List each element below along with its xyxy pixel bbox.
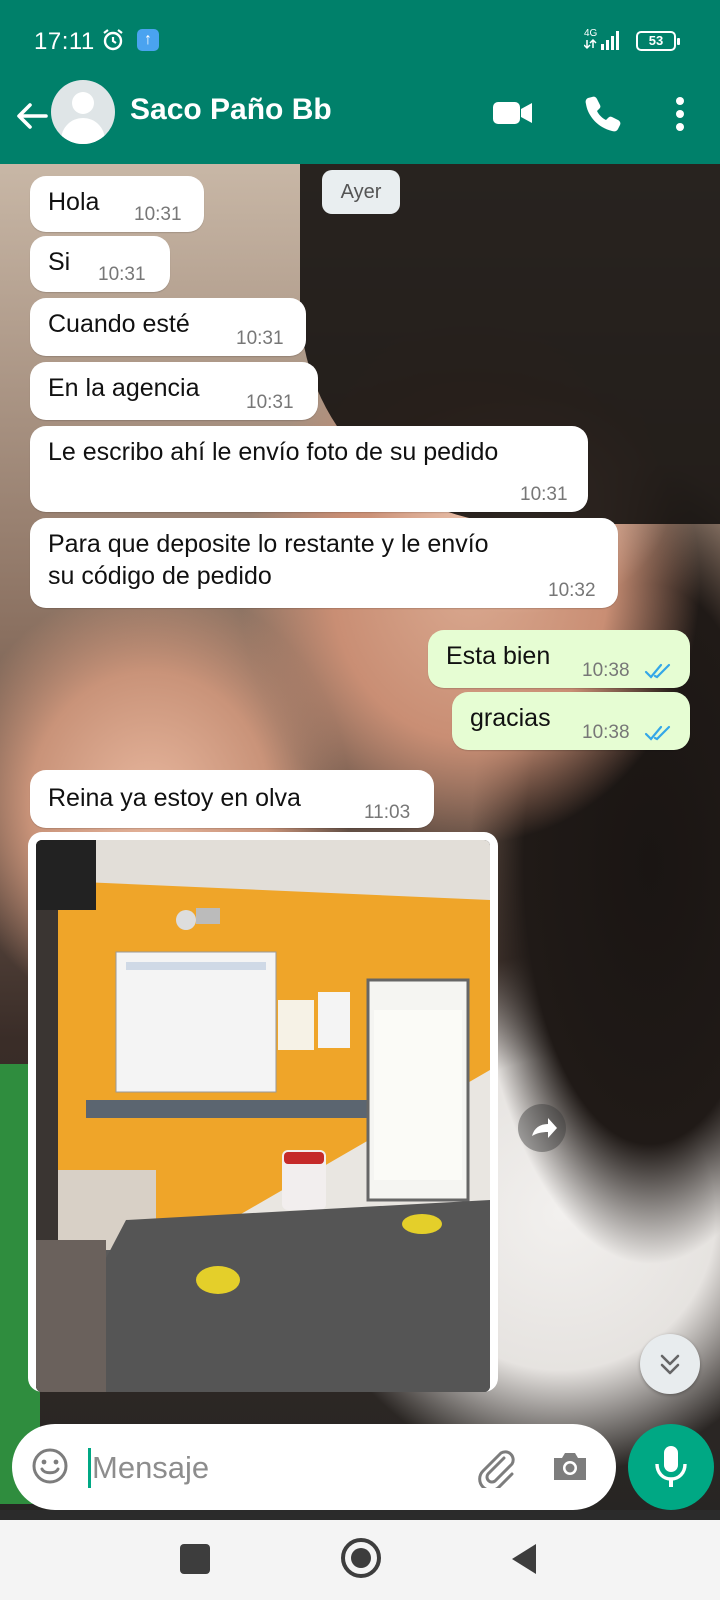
avatar-body-shape [61, 118, 105, 144]
attach-icon[interactable] [474, 1444, 518, 1488]
message-bubble-incoming[interactable]: Hola 10:31 [30, 176, 204, 232]
home-button[interactable] [341, 1538, 381, 1578]
message-text: Cuando esté [48, 310, 190, 338]
message-time: 10:31 [98, 264, 146, 285]
video-call-icon[interactable] [492, 98, 534, 128]
message-time: 10:31 [236, 328, 284, 349]
message-text: Reina ya estoy en olva [48, 784, 301, 812]
message-composer [12, 1424, 616, 1510]
system-back-icon[interactable] [510, 1542, 538, 1576]
voice-call-icon[interactable] [583, 93, 623, 133]
contact-avatar[interactable] [51, 80, 115, 144]
voice-message-button[interactable] [628, 1424, 714, 1510]
message-bubble-incoming[interactable]: Le escribo ahí le envío foto de su pedid… [30, 426, 588, 512]
read-receipt-icon [644, 663, 671, 679]
message-text-line2: su código de pedido [48, 562, 272, 590]
image-message[interactable] [28, 832, 498, 1392]
message-bubble-outgoing[interactable]: Esta bien 10:38 [428, 630, 690, 688]
message-time: 10:31 [246, 392, 294, 413]
text-cursor [88, 1448, 91, 1488]
message-bubble-incoming[interactable]: Reina ya estoy en olva 11:03 [30, 770, 434, 828]
status-time: 17:11 [34, 28, 95, 55]
message-bubble-outgoing[interactable]: gracias 10:38 [452, 692, 690, 750]
message-text: gracias [470, 704, 551, 732]
message-time: 10:32 [548, 580, 596, 601]
network-type-label: 4G [584, 28, 598, 39]
message-bubble-incoming[interactable]: Cuando esté 10:31 [30, 298, 306, 356]
signal-icon: 4G [584, 28, 619, 50]
message-time: 10:38 [582, 660, 630, 681]
emoji-icon[interactable] [30, 1446, 70, 1486]
back-arrow-icon[interactable] [12, 96, 52, 136]
chat-wallpaper[interactable]: Ayer Hola 10:31 Si 10:31 Cuando esté 10:… [0, 164, 720, 1510]
forward-icon [532, 1118, 557, 1138]
photo-illustration [36, 840, 490, 1392]
avatar-head-shape [72, 92, 94, 114]
upload-notification-icon: ↑ [137, 29, 159, 51]
message-time: 10:31 [520, 484, 568, 505]
message-bubble-incoming[interactable]: Si 10:31 [30, 236, 170, 292]
alarm-icon [103, 29, 123, 51]
contact-name[interactable]: Saco Paño Bb [130, 93, 332, 127]
shared-photo[interactable] [36, 840, 490, 1392]
status-bar: 17:11 ↑ 4G 53 [0, 0, 720, 80]
camera-icon[interactable] [550, 1446, 590, 1486]
battery-level: 53 [648, 33, 664, 48]
message-text-line1: Para que deposite lo restante y le envío [48, 530, 489, 558]
scroll-to-bottom-button[interactable] [640, 1334, 700, 1394]
forward-button[interactable] [518, 1104, 566, 1152]
message-bubble-incoming[interactable]: En la agencia 10:31 [30, 362, 318, 420]
overflow-menu-icon[interactable] [668, 94, 692, 134]
recent-apps-button[interactable] [180, 1544, 210, 1574]
message-time: 11:03 [364, 802, 411, 823]
message-text: Si [48, 248, 71, 276]
message-time: 10:38 [582, 722, 630, 743]
message-text: En la agencia [48, 374, 200, 402]
message-text: Hola [48, 188, 100, 216]
date-chip: Ayer [322, 170, 400, 214]
battery-icon: 53 [636, 31, 680, 51]
message-time: 10:31 [134, 204, 182, 225]
double-chevron-down-icon [660, 1354, 680, 1375]
message-text: Esta bien [446, 642, 551, 670]
system-navigation-bar [0, 1520, 720, 1600]
read-receipt-icon [644, 725, 671, 741]
message-input[interactable] [92, 1440, 472, 1496]
chat-header: Saco Paño Bb [0, 80, 720, 164]
message-bubble-incoming[interactable]: Para que deposite lo restante y le envío… [30, 518, 618, 608]
microphone-icon [655, 1446, 687, 1487]
message-text: Le escribo ahí le envío foto de su pedid… [48, 438, 499, 466]
